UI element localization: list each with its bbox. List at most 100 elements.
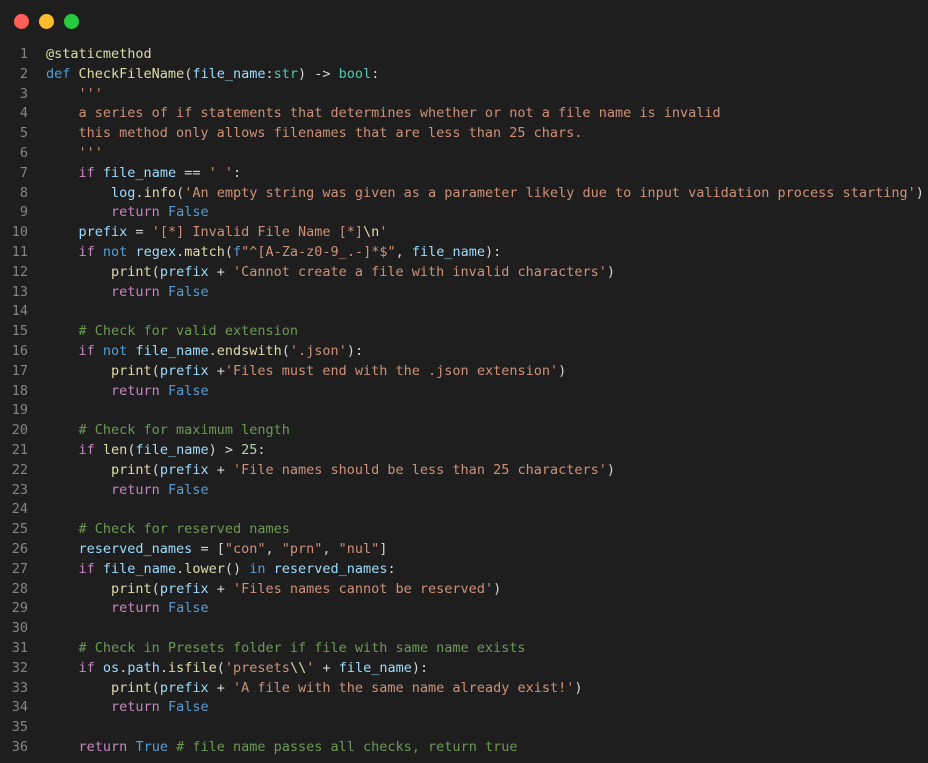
code-token: : bbox=[257, 441, 266, 458]
code-token: ] bbox=[379, 540, 388, 557]
code-editor[interactable]: 1 @staticmethod 2 def CheckFileName(file_na… bbox=[0, 45, 928, 758]
code-token: endswith bbox=[216, 342, 282, 359]
code-token: , bbox=[322, 540, 339, 557]
line-number: 2 bbox=[19, 65, 28, 82]
code-token: : bbox=[387, 560, 396, 577]
code-token: return bbox=[111, 204, 160, 221]
code-line: 24 bbox=[0, 500, 928, 520]
code-token: file_name bbox=[135, 441, 209, 458]
code-token: reserved_names bbox=[78, 540, 193, 557]
code-text: # Check for reserved names bbox=[46, 520, 290, 540]
code-token: print bbox=[111, 679, 152, 696]
line-number: 20 bbox=[11, 422, 28, 439]
code-token: 'A file with the same name already exist… bbox=[232, 679, 575, 696]
code-text: if not file_name.endswith('.json'): bbox=[46, 342, 364, 362]
code-token: ): bbox=[411, 659, 429, 676]
code-line: 35 bbox=[0, 718, 928, 738]
code-token: # Check for reserved names bbox=[78, 521, 290, 538]
code-token: len bbox=[102, 441, 128, 458]
line-number: 21 bbox=[11, 441, 28, 458]
code-token: . bbox=[176, 243, 185, 260]
code-token: ( bbox=[224, 243, 234, 260]
code-text: log.info('An empty string was given as a… bbox=[46, 184, 924, 204]
code-text: this method only allows filenames that a… bbox=[46, 124, 583, 144]
code-text: ''' bbox=[46, 85, 103, 105]
code-token: return bbox=[111, 600, 160, 617]
code-token: # file name passes all checks, return tr… bbox=[176, 738, 518, 755]
code-text: # Check for valid extension bbox=[46, 322, 298, 342]
code-token: 'File names should be less than 25 chara… bbox=[232, 461, 607, 478]
code-token: reserved_names bbox=[273, 560, 388, 577]
code-token: ) -> bbox=[298, 65, 339, 82]
code-line: 36 return True # file name passes all ch… bbox=[0, 738, 928, 758]
minimize-window-button[interactable] bbox=[39, 14, 54, 29]
code-token: file_name bbox=[102, 560, 177, 577]
code-text: if file_name.lower() in reserved_names: bbox=[46, 560, 396, 580]
line-number: 7 bbox=[19, 164, 28, 181]
line-number: 30 bbox=[11, 620, 28, 637]
code-token: 'An empty string was given as a paramete… bbox=[184, 184, 916, 201]
code-token: prefix bbox=[78, 224, 128, 241]
code-token: return bbox=[78, 738, 128, 755]
code-token: ( bbox=[151, 679, 160, 696]
line-number: 14 bbox=[11, 303, 28, 320]
code-token: not bbox=[102, 243, 128, 260]
line-number: 29 bbox=[11, 600, 28, 617]
code-text: if len(file_name) > 25: bbox=[46, 441, 266, 461]
code-token: if bbox=[78, 659, 95, 676]
code-token: def bbox=[46, 65, 71, 82]
code-token: : bbox=[232, 164, 242, 181]
code-token: ) bbox=[493, 580, 502, 597]
code-token: os bbox=[102, 659, 120, 676]
code-text: if os.path.isfile('presets\\' + file_nam… bbox=[46, 659, 429, 679]
code-text: def CheckFileName(file_name:str) -> bool… bbox=[46, 65, 379, 85]
code-line: 1 @staticmethod bbox=[0, 45, 928, 65]
code-text: # Check for maximum length bbox=[46, 421, 290, 441]
code-line: 11 if not regex.match(f"^[A-Za-z0-9_.-]*… bbox=[0, 243, 928, 263]
code-token: print bbox=[111, 580, 152, 597]
code-line: 17 print(prefix +'Files must end with th… bbox=[0, 362, 928, 382]
line-number: 27 bbox=[11, 560, 28, 577]
code-token: False bbox=[167, 204, 209, 221]
code-text: print(prefix + 'A file with the same nam… bbox=[46, 679, 582, 699]
code-text: # Check in Presets folder if file with s… bbox=[46, 639, 526, 659]
code-token: + bbox=[208, 679, 233, 696]
code-token: . bbox=[135, 184, 144, 201]
code-token: ( bbox=[151, 461, 160, 478]
line-number: 3 bbox=[19, 85, 28, 102]
code-token: in bbox=[249, 560, 266, 577]
code-token: '[*] Invalid File Name [*] bbox=[151, 224, 364, 241]
code-token: ( bbox=[176, 184, 185, 201]
code-line: 9 return False bbox=[0, 203, 928, 223]
code-token: , bbox=[395, 243, 412, 260]
maximize-window-button[interactable] bbox=[64, 14, 79, 29]
close-window-button[interactable] bbox=[14, 14, 29, 29]
code-token: "nul" bbox=[338, 540, 380, 557]
code-token: False bbox=[167, 382, 209, 399]
code-text: print(prefix +'Files must end with the .… bbox=[46, 362, 566, 382]
code-line: 14 bbox=[0, 302, 928, 322]
code-token: + bbox=[208, 362, 225, 379]
line-number: 17 bbox=[11, 362, 28, 379]
code-text: print(prefix + 'Cannot create a file wit… bbox=[46, 263, 615, 283]
code-token: , bbox=[265, 540, 282, 557]
code-token: . bbox=[208, 342, 217, 359]
code-token: file_name bbox=[338, 659, 412, 676]
code-token: print bbox=[111, 362, 152, 379]
code-text: print(prefix + 'Files names cannot be re… bbox=[46, 580, 501, 600]
code-line: 20 # Check for maximum length bbox=[0, 421, 928, 441]
